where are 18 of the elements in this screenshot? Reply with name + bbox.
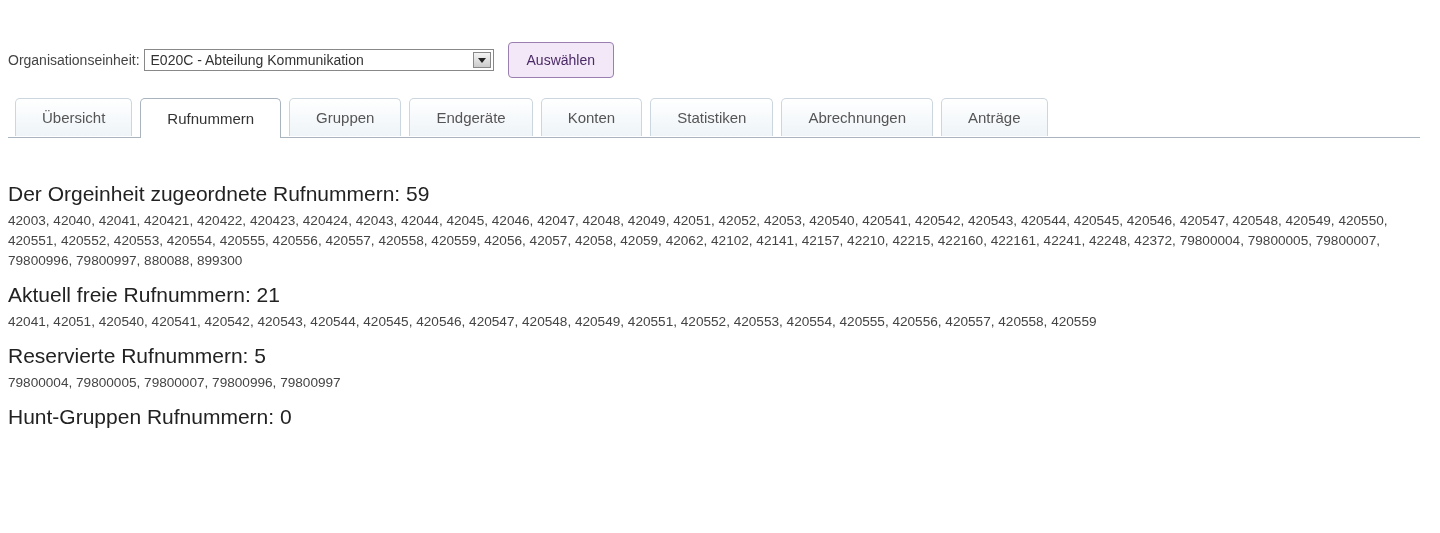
- tab[interactable]: Übersicht: [15, 98, 133, 136]
- section-heading: Aktuell freie Rufnummern: 21: [8, 283, 281, 307]
- tab[interactable]: Statistiken: [650, 98, 774, 136]
- tab[interactable]: Gruppen: [289, 98, 402, 136]
- field-label: Organisationseinheit:: [8, 52, 140, 68]
- section-heading: Der Orgeinheit zugeordnete Rufnummern: 59: [8, 182, 431, 206]
- number-list: 42003, 42040, 42041, 420421, 420422, 420423, 420424, 42043, 42044, 42045, 42046, 42047, 42048, 42049, 42051, 42052, 42053, 420540, 420541, 420542, 420543, 420544, 420545, 420546, 420547, 420548, 420549, 420550, 420551, 420552, 420553, 420554, 420555, 420556, 420557, 420558, 420559, 42056, 42057, 42058, 42059, 42062, 42102, 42141, 42157, 42210, 42215, 422160, 422161, 42241, 42248, 42372, 79800004, 79800005, 79800007, 79800996, 79800997, 880088, 899300: [8, 211, 1432, 271]
- section-heading: Reservierte Rufnummern: 5: [8, 344, 267, 368]
- select-button[interactable]: Auswählen: [507, 42, 615, 78]
- number-list: 79800004, 79800005, 79800007, 79800996, 79800997: [8, 373, 1432, 393]
- tab[interactable]: Konten: [540, 98, 643, 136]
- section-heading: Hunt-Gruppen Rufnummern: 0: [8, 405, 293, 429]
- number-list: 42041, 42051, 420540, 420541, 420542, 420543, 420544, 420545, 420546, 420547, 420548, 420549, 420551, 420552, 420553, 420554, 420555, 420556, 420557, 420558, 420559: [8, 312, 1432, 332]
- tab[interactable]: Anträge: [941, 98, 1048, 136]
- tab[interactable]: Rufnummern: [140, 98, 282, 138]
- org-unit-dropdown[interactable]: E020C - Abteilung Kommunikation: [143, 49, 494, 71]
- tab[interactable]: Abrechnungen: [781, 98, 933, 136]
- tab[interactable]: Endgeräte: [409, 98, 533, 136]
